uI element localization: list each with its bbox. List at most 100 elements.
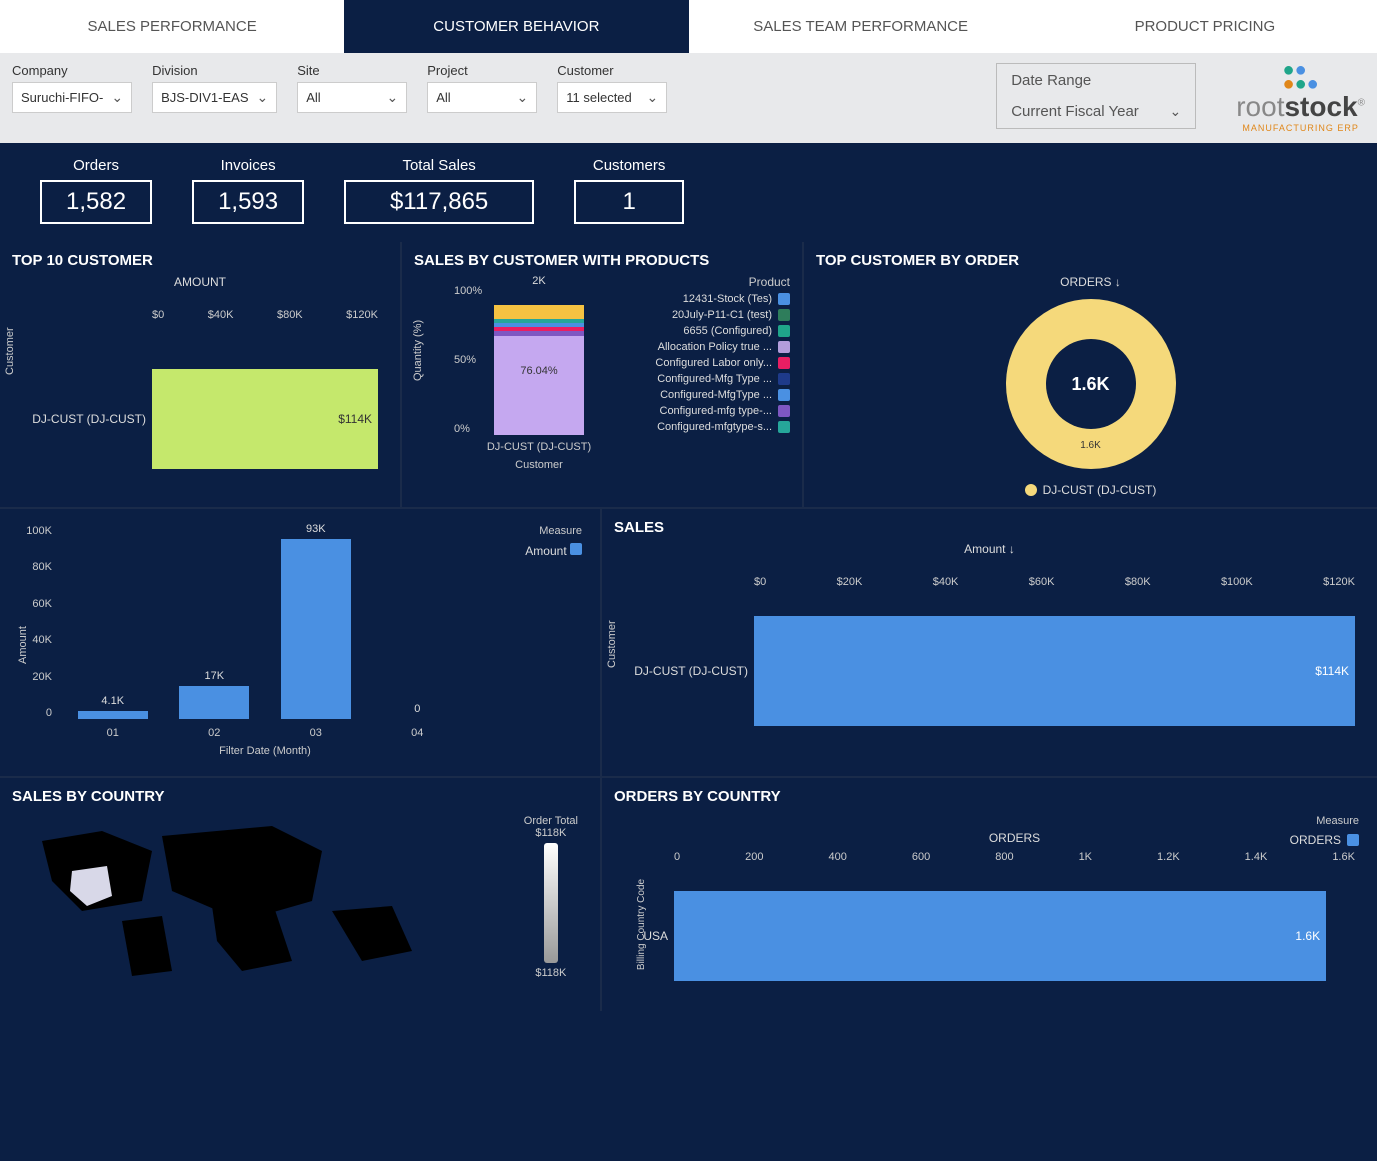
legend-item[interactable]: Configured Labor only... <box>620 357 790 369</box>
monthly-legend: Measure Amount <box>525 525 582 558</box>
sales-bar[interactable]: $114K <box>754 616 1355 726</box>
legend-item[interactable]: 6655 (Configured) <box>620 325 790 337</box>
site-select[interactable]: All <box>297 82 407 113</box>
legend-item[interactable]: 12431-Stock (Tes) <box>620 293 790 305</box>
sales-title: SALES <box>614 519 1365 536</box>
tco-title: TOP CUSTOMER BY ORDER <box>816 252 1365 269</box>
chevron-down-icon <box>387 89 399 106</box>
tick: $120K <box>1323 576 1355 588</box>
tick: 20K <box>18 671 52 683</box>
logo-tagline: MANUFACTURING ERP <box>1242 123 1359 133</box>
swatch-icon <box>778 421 790 433</box>
tick: 03 <box>310 727 322 739</box>
company-value: Suruchi-FIFO- <box>21 90 103 105</box>
legend-item[interactable]: 20July-P11-C1 (test) <box>620 309 790 321</box>
top10-value: $114K <box>338 412 372 426</box>
tick: $60K <box>1029 576 1055 588</box>
swatch-icon <box>778 357 790 369</box>
monthly-xaxis: 01 02 03 04 <box>62 727 468 739</box>
legend-item[interactable]: Configured-mfg type-... <box>620 405 790 417</box>
sbc-legend: Order Total $118K $118K <box>524 815 578 979</box>
tick: 100% <box>454 285 482 297</box>
swatch-icon <box>778 389 790 401</box>
top10-chart: Customer $0 $40K $80K $120K DJ-CUST (DJ-… <box>12 289 388 489</box>
sbc-legend-title: Order Total <box>524 815 578 827</box>
legend-item[interactable]: Configured-mfgtype-s... <box>620 421 790 433</box>
obc-xlabel: ORDERS <box>674 831 1355 845</box>
project-select[interactable]: All <box>427 82 537 113</box>
world-map-icon[interactable] <box>12 811 432 991</box>
legend-item[interactable]: Allocation Policy true ... <box>620 341 790 353</box>
card-top10-customer[interactable]: TOP 10 CUSTOMER AMOUNT Customer $0 $40K … <box>0 242 400 507</box>
sbc-min: $118K <box>524 967 578 979</box>
top10-axis: $0 $40K $80K $120K <box>152 309 378 321</box>
monthly-legend-item[interactable]: Amount <box>525 543 582 558</box>
company-select[interactable]: Suruchi-FIFO- <box>12 82 132 113</box>
sbcp-legend: Product 12431-Stock (Tes) 20July-P11-C1 … <box>620 275 790 475</box>
card-sales[interactable]: SALES Amount ↓ Customer $0 $20K $40K $60… <box>602 509 1377 776</box>
legend-item[interactable]: Configured-MfgType ... <box>620 389 790 401</box>
card-sales-by-customer-products[interactable]: SALES BY CUSTOMER WITH PRODUCTS Quantity… <box>402 242 802 507</box>
kpi-orders: Orders 1,582 <box>40 157 152 224</box>
card-monthly-amount[interactable]: Amount Measure Amount 100K 80K 60K 40K 2… <box>0 509 600 776</box>
monthly-xlabel: Filter Date (Month) <box>62 745 468 757</box>
sales-sub: Amount ↓ <box>614 542 1365 556</box>
customer-select[interactable]: 11 selected <box>557 82 667 113</box>
obc-title: ORDERS BY COUNTRY <box>614 788 1365 805</box>
tick: 1.6K <box>1332 851 1355 863</box>
chevron-down-icon <box>1169 103 1181 120</box>
swatch-icon <box>778 325 790 337</box>
obc-chart: Billing Country Code ORDERS Measure ORDE… <box>614 811 1365 991</box>
tab-product-pricing[interactable]: PRODUCT PRICING <box>1033 0 1377 53</box>
sbc-map-wrap: Order Total $118K $118K <box>12 811 588 1001</box>
chevron-down-icon <box>647 89 659 106</box>
tick: 04 <box>411 727 423 739</box>
tab-sales-team-performance[interactable]: SALES TEAM PERFORMANCE <box>689 0 1033 53</box>
sbc-title: SALES BY COUNTRY <box>12 788 588 805</box>
obc-bar[interactable]: 1.6K <box>674 891 1326 981</box>
monthly-bar-02[interactable]: 17K <box>179 686 249 719</box>
tco-donut[interactable]: 1.6K 1.6K <box>1006 299 1176 469</box>
tco-small: 1.6K <box>1080 440 1101 451</box>
swatch-icon <box>778 373 790 385</box>
card-top-customer-order[interactable]: TOP CUSTOMER BY ORDER ORDERS ↓ 1.6K 1.6K… <box>804 242 1377 507</box>
tick: 50% <box>454 354 482 366</box>
tco-legend[interactable]: DJ-CUST (DJ-CUST) <box>1025 483 1157 497</box>
date-range-select[interactable]: Current Fiscal Year <box>1011 103 1181 120</box>
swatch-icon <box>778 341 790 353</box>
division-select[interactable]: BJS-DIV1-EAS <box>152 82 277 113</box>
chevron-down-icon <box>517 89 529 106</box>
obc-legend[interactable]: ORDERS <box>1290 833 1359 847</box>
legend-item[interactable]: Configured-Mfg Type ... <box>620 373 790 385</box>
customer-value: 11 selected <box>566 90 632 105</box>
filter-customer-label: Customer <box>557 63 667 78</box>
kpi-total-sales: Total Sales $117,865 <box>344 157 534 224</box>
top10-title: TOP 10 CUSTOMER <box>12 252 388 269</box>
stack-seg <box>494 305 584 319</box>
tick: 100K <box>18 525 52 537</box>
tab-customer-behavior[interactable]: CUSTOMER BEHAVIOR <box>344 0 688 53</box>
tco-sub: ORDERS ↓ <box>816 275 1365 289</box>
obc-country: USA <box>614 929 674 943</box>
filter-bar: Company Suruchi-FIFO- Division BJS-DIV1-… <box>0 53 1377 143</box>
obc-legend-title: Measure <box>1316 815 1359 827</box>
tco-legend-text: DJ-CUST (DJ-CUST) <box>1043 483 1157 497</box>
card-orders-by-country[interactable]: ORDERS BY COUNTRY Billing Country Code O… <box>602 778 1377 1011</box>
sbcp-xlabel: Customer <box>474 459 604 471</box>
tab-sales-performance[interactable]: SALES PERFORMANCE <box>0 0 344 53</box>
tick: 02 <box>208 727 220 739</box>
sbcp-title: SALES BY CUSTOMER WITH PRODUCTS <box>414 252 790 269</box>
monthly-bar-01[interactable]: 4.1K <box>78 711 148 719</box>
kpi-orders-label: Orders <box>73 157 119 174</box>
sales-xaxis: $0 $20K $40K $60K $80K $100K $120K <box>754 576 1355 588</box>
kpi-total-sales-value: $117,865 <box>344 180 534 224</box>
sales-customer: DJ-CUST (DJ-CUST) <box>614 664 754 678</box>
monthly-legend-title: Measure <box>525 525 582 537</box>
filter-project: Project All <box>427 63 537 113</box>
card-sales-by-country[interactable]: SALES BY COUNTRY Order Total $118K $118K <box>0 778 600 1011</box>
top10-bar[interactable]: $114K <box>152 369 378 469</box>
monthly-bar-03[interactable]: 93K <box>281 539 351 719</box>
filter-division-label: Division <box>152 63 277 78</box>
logo-text: rootstock® <box>1236 91 1365 123</box>
sales-chart: Customer $0 $20K $40K $60K $80K $100K $1… <box>614 556 1365 766</box>
